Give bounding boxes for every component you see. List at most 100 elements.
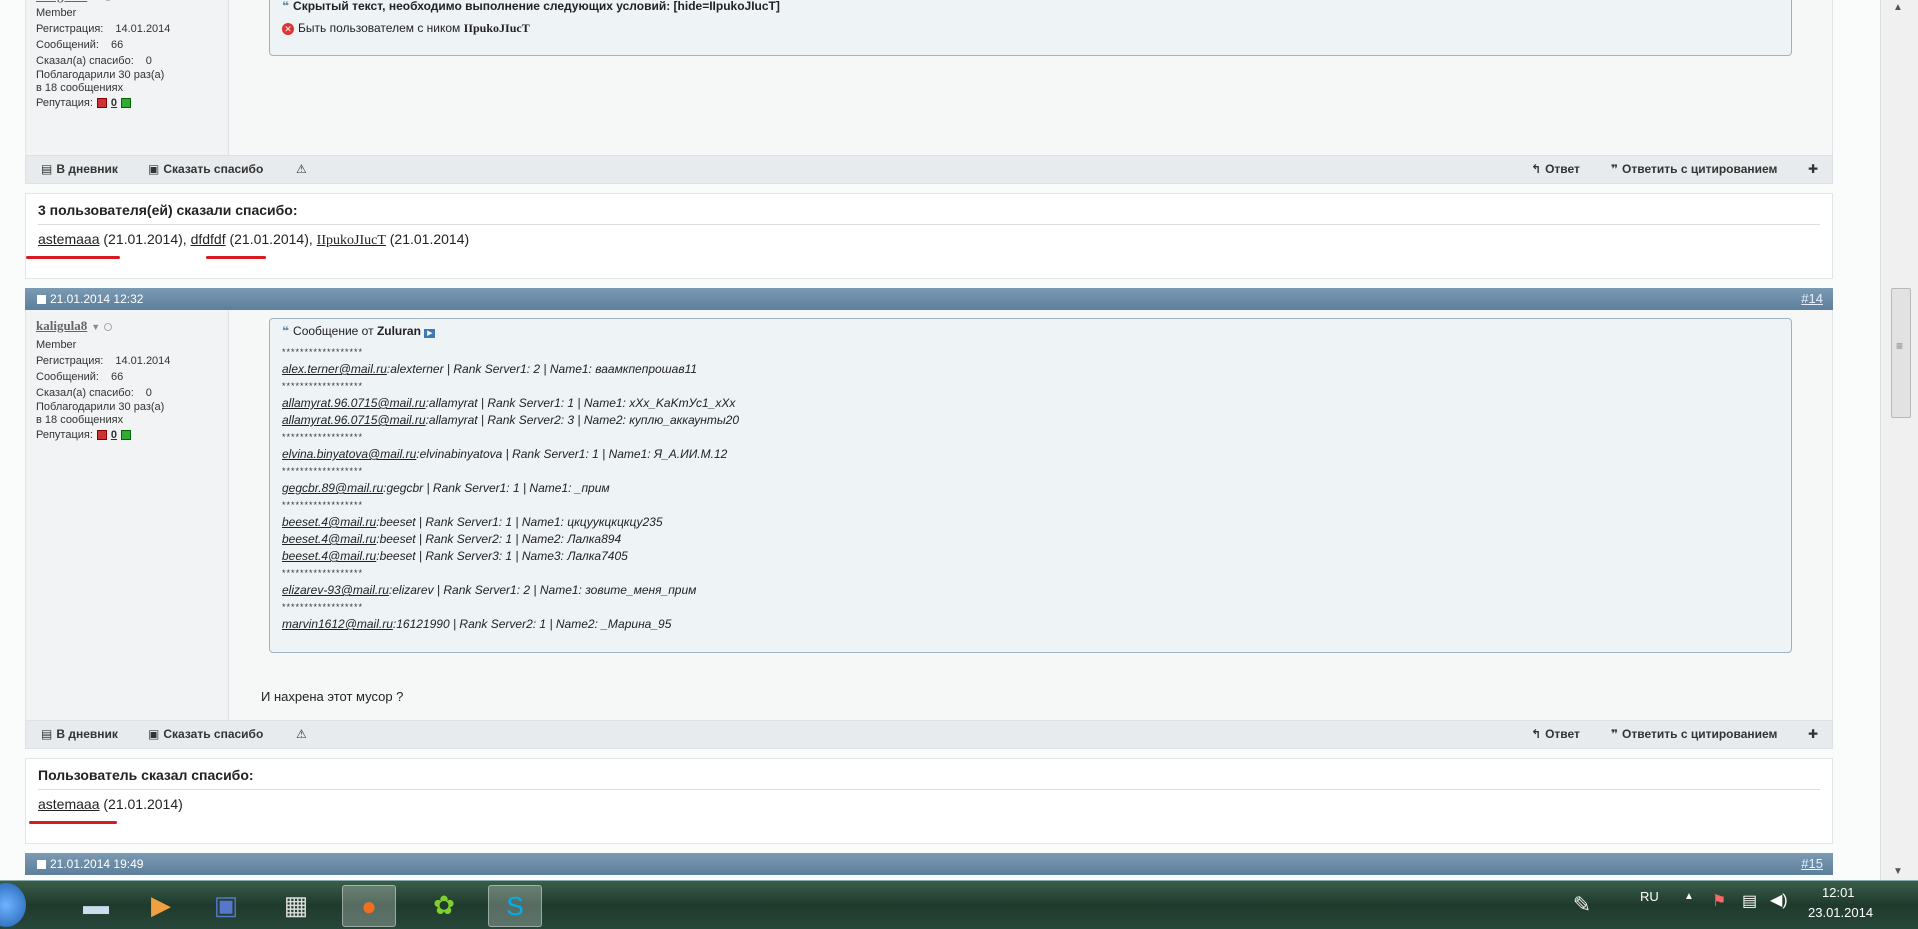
report-button[interactable]: ⚠ (296, 727, 311, 741)
rep-minus-icon[interactable] (96, 430, 107, 441)
reply-button[interactable]: ↰ Ответ (1531, 727, 1580, 741)
start-button[interactable] (0, 883, 26, 927)
chevron-down-icon[interactable]: ▼ (91, 322, 100, 332)
quote-reply-icon: ❞ (1611, 727, 1619, 741)
multiquote-button[interactable]: ✚ (1808, 727, 1822, 741)
email-link[interactable]: elvina.binyatova@mail.ru (282, 447, 416, 461)
reply-quote-button[interactable]: ❞ Ответить с цитированием (1611, 162, 1777, 176)
media-center-icon[interactable]: ▬ (70, 885, 122, 925)
email-link[interactable]: beeset.4@mail.ru (282, 549, 376, 563)
rep-minus-icon[interactable] (96, 98, 107, 109)
reply-button[interactable]: ↰ Ответ (1531, 162, 1580, 176)
chevron-down-icon[interactable]: ▼ (91, 0, 100, 2)
thanks-user-link[interactable]: dfdfdf (191, 231, 226, 247)
action-center-icon[interactable]: ⚑ (1712, 891, 1726, 911)
view-post-icon[interactable]: ▶ (424, 329, 436, 338)
calculator-icon[interactable]: ▦ (270, 885, 322, 925)
thanks-user-link[interactable]: astemaaa (38, 796, 99, 812)
say-thanks-button[interactable]: ▣ Сказать спасибо (148, 727, 263, 741)
hidden-text-box: ❝ Скрытый текст, необходимо выполнение сл… (269, 0, 1792, 56)
thanks-user-link[interactable]: IIpukoJIucT (317, 233, 386, 248)
email-link[interactable]: beeset.4@mail.ru (282, 532, 376, 546)
icq-icon[interactable]: ✿ (418, 885, 470, 925)
quote-line: allamyrat.96.0715@mail.ru:allamyrat | Ra… (282, 395, 1779, 412)
thread-content: kaligula8 ▼ Member Регистрация: 14.01.2014… (25, 0, 1833, 875)
quote-line-text: :allamyrat | Rank Server1: 1 | Name1: xX… (425, 396, 736, 410)
media-player-icon[interactable]: ▶ (135, 885, 187, 925)
skype-icon[interactable]: S (488, 885, 542, 927)
diary-button[interactable]: ▤ В дневник (41, 162, 118, 176)
language-indicator[interactable]: RU (1640, 889, 1659, 904)
scroll-up-arrow-icon[interactable]: ▲ (1893, 2, 1903, 13)
username-link[interactable]: kaligula8 (36, 318, 87, 333)
report-button[interactable]: ⚠ (296, 162, 311, 176)
email-link[interactable]: gegcbr.89@mail.ru (282, 481, 383, 495)
thanked-count: Поблагодарили 30 раз(а) (36, 69, 165, 81)
firefox-icon[interactable]: ● (342, 885, 396, 927)
network-icon[interactable]: ▤ (1742, 891, 1757, 911)
email-link[interactable]: marvin1612@mail.ru (282, 617, 393, 631)
volume-icon[interactable]: ◀) (1770, 890, 1788, 910)
quote-icon: ❝ (282, 324, 290, 338)
reply-label: Ответ (1545, 727, 1580, 741)
reply-icon: ↰ (1531, 727, 1542, 741)
underline-mark (206, 256, 266, 259)
thanks-users-list: astemaaa (21.01.2014) (38, 790, 1820, 812)
user-role: Member (36, 339, 77, 351)
tray-expand-icon[interactable]: ▲ (1684, 891, 1694, 902)
say-thanks-button[interactable]: ▣ Сказать спасибо (148, 162, 263, 176)
quote-line: beeset.4@mail.ru:beeset | Rank Server3: … (282, 548, 1779, 565)
underline-mark (26, 256, 120, 259)
reg-label: Регистрация: (36, 355, 104, 367)
email-link[interactable]: alex.terner@mail.ru (282, 362, 387, 376)
quote-line-text: :beeset | Rank Server2: 1 | Name2: Лалка… (376, 532, 622, 546)
separator: ****************** (282, 466, 364, 476)
scroll-down-arrow-icon[interactable]: ▼ (1893, 866, 1903, 877)
post-15-header: 21.01.2014 19:49 #15 (25, 853, 1833, 875)
user-info-panel: kaligula8 ▼ Member Регистрация: 14.01.2014… (26, 310, 229, 720)
diary-label: В дневник (56, 162, 118, 176)
thanks-user-link[interactable]: astemaaa (38, 231, 99, 247)
multiquote-button[interactable]: ✚ (1808, 162, 1822, 176)
multiquote-icon: ✚ (1808, 162, 1819, 176)
said-thanks-value: 0 (145, 55, 152, 67)
reply-quote-button[interactable]: ❞ Ответить с цитированием (1611, 727, 1777, 741)
quote-line-text: :gegcbr | Rank Server1: 1 | Name1: _прим (383, 481, 610, 495)
quote-line: elizarev-93@mail.ru:elizarev | Rank Serv… (282, 582, 1779, 599)
diary-icon: ▤ (41, 162, 53, 176)
quote-line: gegcbr.89@mail.ru:gegcbr | Rank Server1:… (282, 480, 1779, 497)
vertical-scrollbar[interactable]: ▲ ▼ (1880, 0, 1918, 880)
thanks-box-1: 3 пользователя(ей) сказали спасибо: aste… (25, 193, 1833, 279)
msgs-value: 66 (110, 39, 124, 51)
clock-date[interactable]: 23.01.2014 (1808, 905, 1873, 920)
email-link[interactable]: beeset.4@mail.ru (282, 515, 376, 529)
reg-label: Регистрация: (36, 23, 104, 35)
thanks-date: (21.01.2014) (103, 231, 183, 247)
say-thanks-label: Сказать спасибо (163, 162, 264, 176)
email-link[interactable]: allamyrat.96.0715@mail.ru (282, 396, 426, 410)
scrollbar-thumb[interactable] (1891, 288, 1911, 418)
post-13-toolbar: ▤ В дневник ▣ Сказать спасибо ⚠ ↰ Ответ ❞ От… (25, 155, 1833, 184)
rep-plus-icon[interactable] (121, 98, 132, 109)
thanks-icon: ▣ (148, 162, 160, 176)
post-number-link[interactable]: #14 (1801, 291, 1823, 306)
thanked-count: Поблагодарили 30 раз(а) (36, 401, 165, 413)
pen-tablet-icon[interactable]: ✎ (1560, 885, 1604, 925)
save-disk-icon[interactable]: ▣ (200, 885, 252, 925)
email-link[interactable]: elizarev-93@mail.ru (282, 583, 389, 597)
said-thanks-label: Сказал(а) спасибо: (36, 387, 134, 399)
reply-label: Ответ (1545, 162, 1580, 176)
online-status-icon (104, 323, 113, 332)
post-13-body: kaligula8 ▼ Member Регистрация: 14.01.2014… (25, 0, 1833, 155)
email-link[interactable]: allamyrat.96.0715@mail.ru (282, 413, 426, 427)
multiquote-icon: ✚ (1808, 727, 1819, 741)
post-number-link[interactable]: #15 (1801, 856, 1823, 871)
username-link[interactable]: kaligula8 (36, 0, 87, 3)
diary-button[interactable]: ▤ В дневник (41, 727, 118, 741)
separator: ****************** (282, 568, 364, 578)
clock-time[interactable]: 12:01 (1822, 885, 1855, 900)
user-info-panel: kaligula8 ▼ Member Регистрация: 14.01.2014… (26, 0, 229, 155)
underline-mark (29, 821, 117, 824)
reply-quote-label: Ответить с цитированием (1622, 727, 1778, 741)
rep-plus-icon[interactable] (121, 430, 132, 441)
